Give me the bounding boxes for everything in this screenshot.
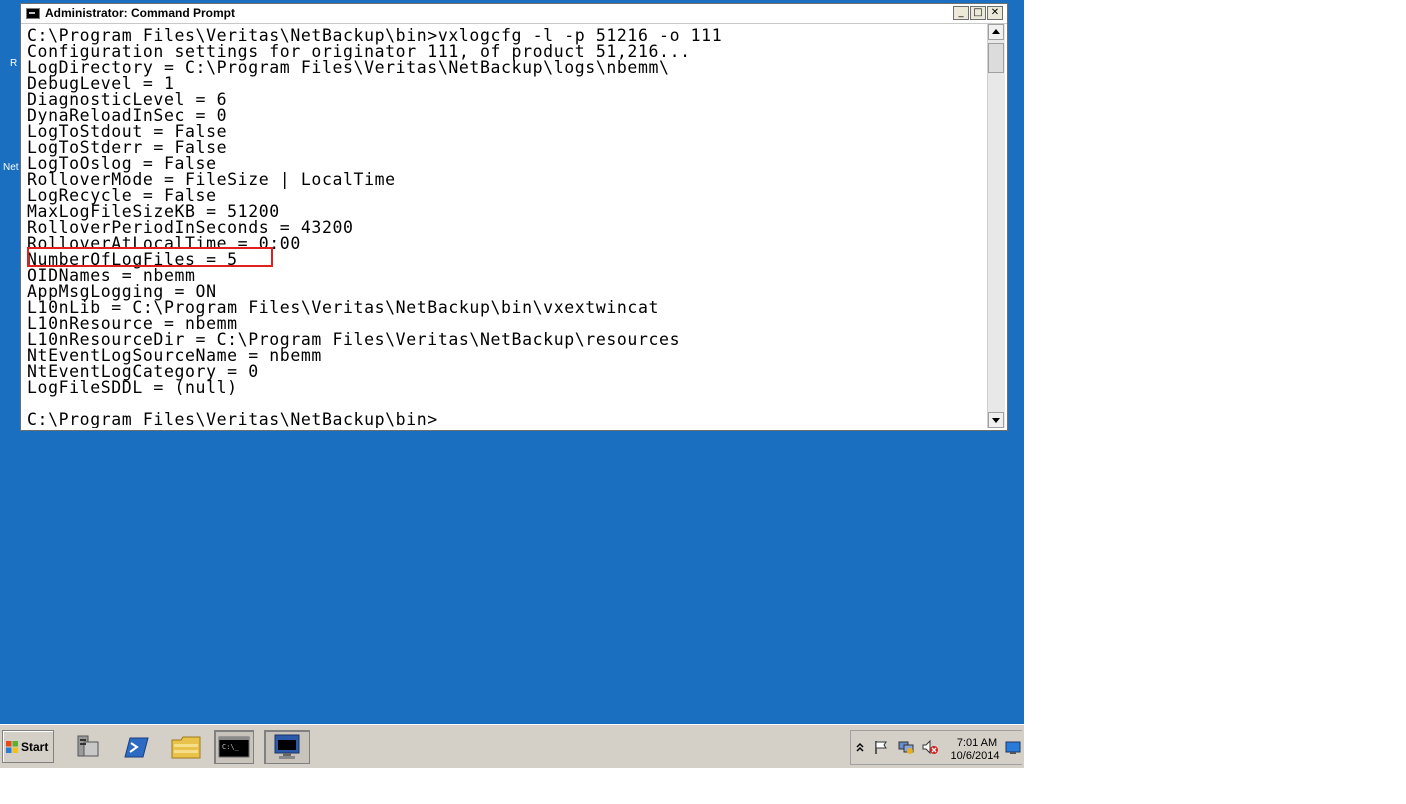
clock-time[interactable]: 7:01 AM <box>954 737 1000 749</box>
taskbar: Start C:\_ 7:01 AM 10/6/2014 <box>0 724 1024 768</box>
console-output[interactable]: C:\Program Files\Veritas\NetBackup\bin>v… <box>25 24 987 428</box>
minimize-button[interactable]: _ <box>953 6 969 20</box>
volume-muted-icon[interactable] <box>921 739 939 755</box>
svg-text:C:\_: C:\_ <box>222 743 240 751</box>
command-prompt-window[interactable]: Administrator: Command Prompt _ □ ✕ C:\P… <box>20 3 1008 431</box>
explorer-folder-icon[interactable] <box>168 730 204 764</box>
console-prompt-line[interactable]: C:\Program Files\Veritas\NetBackup\bin> <box>27 411 438 428</box>
window-title: Administrator: Command Prompt <box>45 6 236 20</box>
powershell-icon[interactable] <box>118 730 154 764</box>
remote-desktop-icon[interactable] <box>264 730 310 764</box>
windows-flag-icon <box>6 741 18 753</box>
desktop: R Net Administrator: Command Prompt _ □ … <box>0 0 1024 724</box>
show-hidden-icons-chevron[interactable] <box>855 741 865 753</box>
window-titlebar[interactable]: Administrator: Command Prompt _ □ ✕ <box>21 4 1007 24</box>
server-manager-icon[interactable] <box>70 730 106 764</box>
clock-date[interactable]: 10/6/2014 <box>950 750 1000 762</box>
desktop-icon-label-network[interactable]: Net <box>3 162 19 173</box>
scroll-thumb[interactable] <box>988 43 1004 73</box>
highlight-box <box>27 247 273 267</box>
maximize-button[interactable]: □ <box>970 6 986 20</box>
start-label: Start <box>21 740 49 754</box>
cmd-app-icon[interactable] <box>26 8 40 19</box>
start-button[interactable]: Start <box>2 730 54 763</box>
vertical-scrollbar[interactable] <box>987 24 1005 428</box>
command-prompt-icon[interactable]: C:\_ <box>214 730 254 764</box>
scroll-up-button[interactable] <box>988 24 1004 40</box>
action-center-flag-icon[interactable] <box>873 739 889 755</box>
desktop-icon-label-recycle[interactable]: R <box>10 58 17 69</box>
show-desktop-icon[interactable] <box>1005 741 1021 755</box>
notification-area: 7:01 AM 10/6/2014 <box>850 730 1022 765</box>
console-line: LogFileSDDL = (null) <box>27 378 238 397</box>
scroll-down-button[interactable] <box>988 412 1004 428</box>
close-button[interactable]: ✕ <box>987 6 1003 20</box>
network-icon[interactable] <box>897 739 915 755</box>
